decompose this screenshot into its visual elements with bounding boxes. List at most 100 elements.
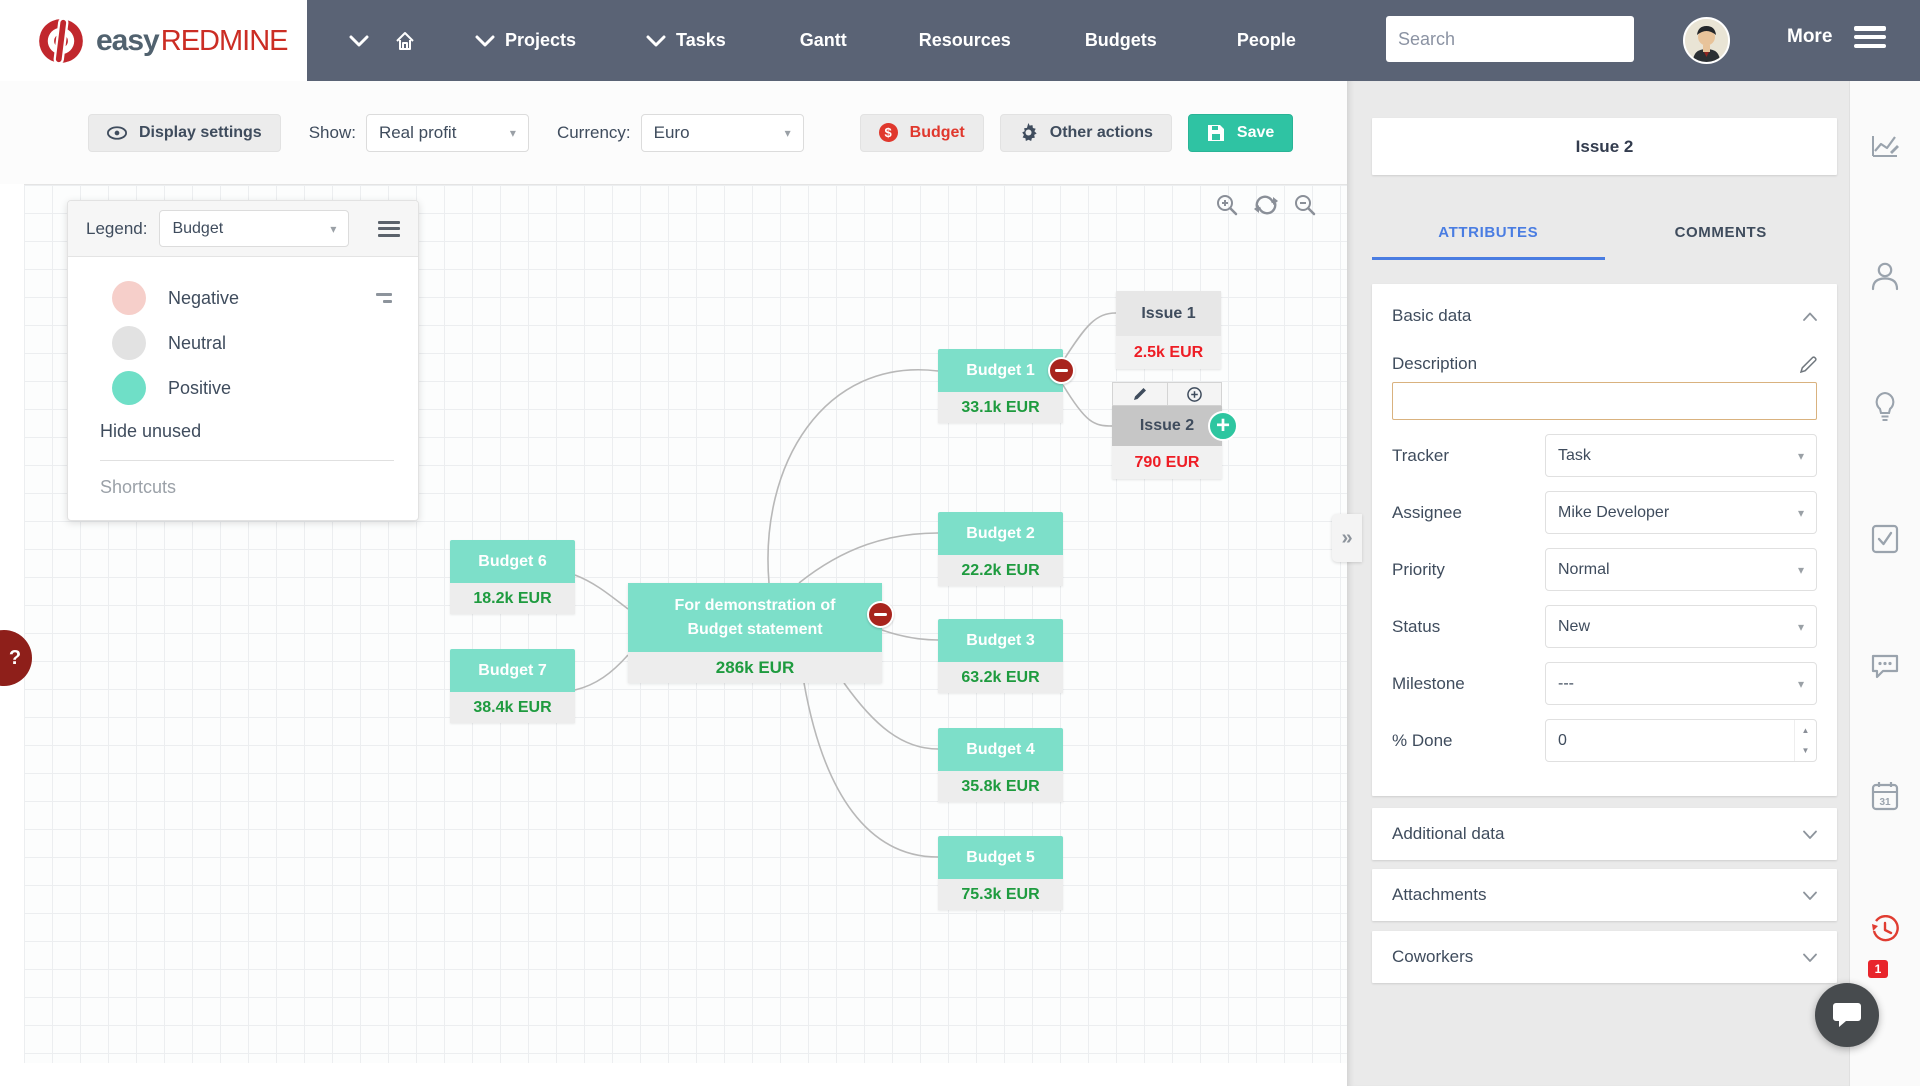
mindmap-node-budget-3[interactable]: Budget 363.2k EUR — [938, 619, 1063, 693]
history-clock-icon[interactable] — [1863, 908, 1907, 952]
other-actions-button[interactable]: Other actions — [1000, 114, 1172, 152]
priority-select[interactable]: Normal▾ — [1545, 548, 1817, 591]
edit-pencil-icon[interactable] — [1800, 356, 1817, 373]
home-icon[interactable] — [395, 31, 415, 51]
user-avatar[interactable] — [1683, 17, 1730, 64]
filter-icon[interactable] — [376, 293, 392, 303]
assignee-label: Assignee — [1392, 503, 1462, 523]
easy-redmine-logo-icon — [38, 18, 84, 64]
currency-select[interactable]: Euro ▾ — [641, 114, 804, 152]
user-icon[interactable] — [1863, 254, 1907, 298]
display-settings-button[interactable]: Display settings — [88, 114, 281, 152]
save-button[interactable]: Save — [1188, 114, 1293, 152]
nav-item-resources[interactable]: Resources — [919, 30, 1011, 51]
panel-collapse-handle[interactable]: » — [1332, 514, 1362, 562]
percent-done-label: % Done — [1392, 731, 1452, 751]
chevron-down-icon: ▾ — [785, 126, 791, 140]
description-label: Description — [1392, 354, 1477, 374]
budget-button[interactable]: $ Budget — [860, 114, 984, 152]
logo[interactable]: easyREDMINE — [0, 0, 307, 81]
spinner-up-icon[interactable]: ▲ — [1795, 720, 1816, 741]
legend-item-negative[interactable]: Negative — [98, 281, 398, 315]
tab-attributes[interactable]: ATTRIBUTES — [1372, 208, 1605, 260]
mindmap-node-issue-1[interactable]: Issue 12.5k EUR — [1116, 291, 1221, 369]
mindmap-node-budget-5[interactable]: Budget 575.3k EUR — [938, 836, 1063, 910]
show-select[interactable]: Real profit▾ — [366, 114, 529, 152]
status-label: Status — [1392, 617, 1440, 637]
node-title: Issue 2 — [1112, 406, 1222, 446]
basic-data-header[interactable]: Basic data — [1392, 306, 1817, 326]
hamburger-menu-icon[interactable] — [1854, 26, 1886, 48]
pencil-icon — [1133, 387, 1147, 401]
legend-item-positive[interactable]: Positive — [98, 371, 398, 405]
nav-item-people[interactable]: People — [1237, 30, 1296, 51]
app-root: easyREDMINE Projects Tasks Gantt Resourc… — [0, 0, 1920, 1086]
hide-unused-link[interactable]: Hide unused — [100, 421, 398, 442]
status-select[interactable]: New▾ — [1545, 605, 1817, 648]
zoom-reset-icon[interactable] — [1253, 193, 1279, 217]
svg-text:31: 31 — [1879, 797, 1891, 808]
section-attachments[interactable]: Attachments — [1372, 869, 1837, 921]
nav-item-gantt[interactable]: Gantt — [800, 30, 847, 51]
node-value: 63.2k EUR — [938, 662, 1063, 693]
mindmap-node-issue-2-selected[interactable]: Issue 2790 EUR — [1112, 406, 1222, 479]
shortcuts-link[interactable]: Shortcuts — [100, 477, 398, 498]
mindmap-node-budget-4[interactable]: Budget 435.8k EUR — [938, 728, 1063, 802]
description-input[interactable] — [1392, 382, 1817, 420]
nav-item-tasks[interactable]: Tasks — [646, 30, 726, 51]
lightbulb-icon[interactable] — [1863, 385, 1907, 429]
node-title: Budget 4 — [938, 728, 1063, 771]
mindmap-node-budget-7[interactable]: Budget 738.4k EUR — [450, 649, 575, 723]
milestone-select[interactable]: ---▾ — [1545, 662, 1817, 705]
more-menu[interactable]: More — [1787, 26, 1886, 48]
section-coworkers[interactable]: Coworkers — [1372, 931, 1837, 983]
mindmap-node-budget-6[interactable]: Budget 618.2k EUR — [450, 540, 575, 614]
expand-node-button[interactable]: + — [1208, 411, 1238, 441]
legend-item-label: Neutral — [168, 333, 226, 354]
edit-node-button[interactable] — [1113, 383, 1167, 405]
nav-item-projects[interactable]: Projects — [475, 30, 576, 51]
zoom-in-icon[interactable] — [1215, 193, 1239, 217]
legend-divider — [100, 460, 394, 461]
budget-button-label: Budget — [910, 124, 965, 142]
spinner-down-icon[interactable]: ▼ — [1795, 741, 1816, 762]
dollar-icon: $ — [879, 123, 898, 142]
display-settings-label: Display settings — [139, 124, 262, 142]
percent-done-input[interactable] — [1546, 732, 1794, 750]
node-value: 75.3k EUR — [938, 879, 1063, 910]
tracker-label: Tracker — [1392, 446, 1449, 466]
chevron-down-icon: ▾ — [1798, 563, 1804, 577]
tracker-select[interactable]: Task▾ — [1545, 434, 1817, 477]
assignee-select[interactable]: Mike Developer▾ — [1545, 491, 1817, 534]
chat-help-icon[interactable] — [1863, 645, 1907, 689]
field-row-status: Status New▾ — [1392, 605, 1817, 648]
percent-done-input-wrap: ▲ ▼ — [1545, 719, 1817, 762]
legend-item-label: Positive — [168, 378, 231, 399]
nav-chevron-down-icon[interactable] — [349, 35, 369, 47]
nav-label-budgets: Budgets — [1085, 30, 1157, 51]
issue-title-card: Issue 2 — [1372, 118, 1837, 175]
mindmap-node-budget-2[interactable]: Budget 222.2k EUR — [938, 512, 1063, 586]
tasks-checklist-icon[interactable] — [1863, 517, 1907, 561]
node-title: Budget 2 — [938, 512, 1063, 555]
legend-menu-icon[interactable] — [378, 221, 400, 237]
root-node-value: 286k EUR — [628, 652, 882, 683]
statistics-icon[interactable] — [1863, 123, 1907, 167]
legend-item-neutral[interactable]: Neutral — [98, 326, 398, 360]
zoom-out-icon[interactable] — [1293, 193, 1317, 217]
search-input[interactable] — [1398, 29, 1630, 50]
chat-launcher-button[interactable] — [1815, 983, 1879, 1047]
collapse-node-button[interactable] — [1048, 357, 1075, 384]
collapse-node-button[interactable] — [867, 601, 894, 628]
tab-comments[interactable]: COMMENTS — [1605, 208, 1838, 260]
add-node-button[interactable] — [1167, 383, 1222, 405]
basic-data-card: Basic data Description Tracker Task▾ Ass… — [1372, 284, 1837, 796]
legend-select[interactable]: Budget▾ — [159, 210, 349, 247]
currency-value: Euro — [654, 123, 690, 143]
section-additional-data[interactable]: Additional data — [1372, 808, 1837, 860]
nav-item-budgets[interactable]: Budgets — [1085, 30, 1157, 51]
mindmap-node-budget-1[interactable]: Budget 133.1k EUR — [938, 349, 1063, 423]
calendar-icon[interactable]: 31 — [1863, 774, 1907, 818]
mindmap-node-root[interactable]: For demonstration of Budget statement 28… — [628, 583, 882, 683]
chevron-down-icon — [1803, 953, 1817, 962]
